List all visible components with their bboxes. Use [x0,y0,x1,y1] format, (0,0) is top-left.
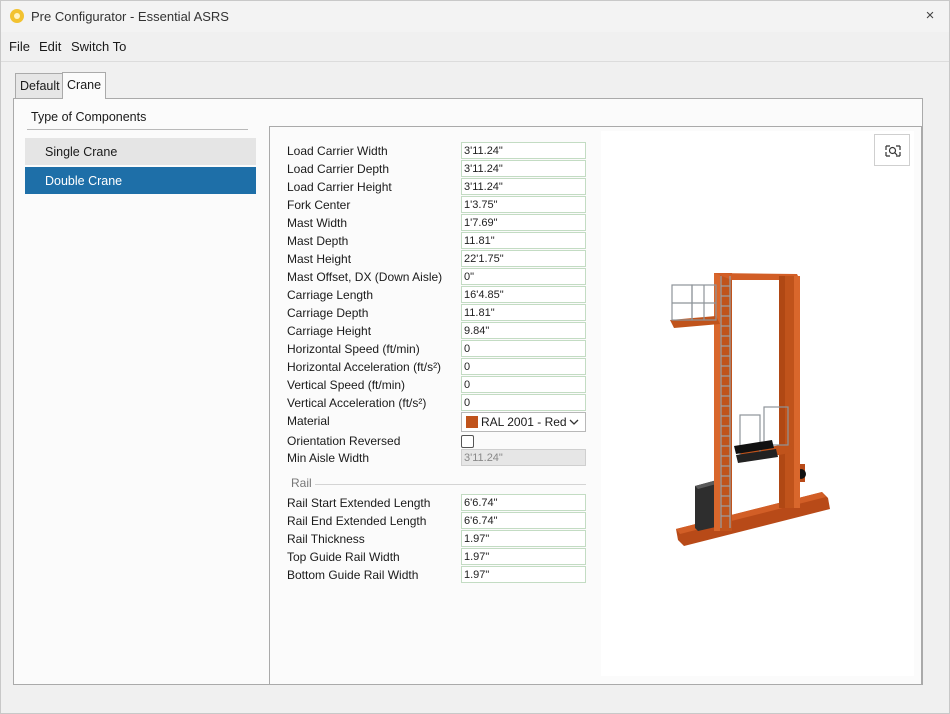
tab-default[interactable]: Default [15,73,63,98]
rail-group-title: Rail [291,476,312,490]
app-logo-icon [10,9,24,23]
vertical-speed-field[interactable] [461,376,586,393]
mast-height-field[interactable] [461,250,586,267]
crane-model [670,273,830,546]
orientation-reversed-checkbox[interactable] [461,435,474,448]
mast-depth-field[interactable] [461,232,586,249]
label-material: Material [287,414,330,428]
label-top-guide-rail-width: Top Guide Rail Width [287,550,400,564]
components-title: Type of Components [31,110,147,124]
rail-end-extended-field[interactable] [461,512,586,529]
carriage-length-field[interactable] [461,286,586,303]
top-guide-rail-width-field[interactable] [461,548,586,565]
min-aisle-width-field [461,449,586,466]
menu-edit[interactable]: Edit [39,39,61,54]
menu-switch-to[interactable]: Switch To [71,39,126,54]
mast-offset-field[interactable] [461,268,586,285]
component-single-crane[interactable]: Single Crane [25,138,256,165]
fork-center-field[interactable] [461,196,586,213]
mast-width-field[interactable] [461,214,586,231]
label-load-carrier-depth: Load Carrier Depth [287,162,390,176]
title-bar[interactable]: Pre Configurator - Essential ASRS × [1,1,949,32]
label-mast-offset: Mast Offset, DX (Down Aisle) [287,270,443,284]
component-double-crane[interactable]: Double Crane [25,167,256,194]
components-divider [27,129,248,130]
tab-crane[interactable]: Crane [62,72,106,99]
label-mast-height: Mast Height [287,252,352,266]
label-fork-center: Fork Center [287,198,351,212]
close-icon[interactable]: × [919,5,941,27]
label-mast-width: Mast Width [287,216,348,230]
carriage-depth-field[interactable] [461,304,586,321]
label-vertical-speed: Vertical Speed (ft/min) [287,378,406,392]
load-carrier-depth-field[interactable] [461,160,586,177]
vertical-acceleration-field[interactable] [461,394,586,411]
label-load-carrier-height: Load Carrier Height [287,180,392,194]
label-carriage-length: Carriage Length [287,288,374,302]
material-dropdown[interactable]: RAL 2001 - Red [461,412,586,432]
label-rail-start-extended: Rail Start Extended Length [287,496,431,510]
label-carriage-depth: Carriage Depth [287,306,369,320]
label-carriage-height: Carriage Height [287,324,372,338]
menu-bar: File Edit Switch To [1,32,949,62]
material-value: RAL 2001 - Red [481,415,567,429]
load-carrier-width-field[interactable] [461,142,586,159]
rail-thickness-field[interactable] [461,530,586,547]
label-load-carrier-width: Load Carrier Width [287,144,388,158]
label-mast-depth: Mast Depth [287,234,349,248]
label-min-aisle-width: Min Aisle Width [287,451,370,465]
rail-divider [315,484,586,485]
label-bottom-guide-rail-width: Bottom Guide Rail Width [287,568,419,582]
load-carrier-height-field[interactable] [461,178,586,195]
label-orientation-reversed: Orientation Reversed [287,434,401,448]
window-title: Pre Configurator - Essential ASRS [31,9,229,24]
label-rail-thickness: Rail Thickness [287,532,365,546]
label-horizontal-speed: Horizontal Speed (ft/min) [287,342,420,356]
label-vertical-acceleration: Vertical Acceleration (ft/s²) [287,396,427,410]
rail-start-extended-field[interactable] [461,494,586,511]
material-swatch [466,416,478,428]
carriage-height-field[interactable] [461,322,586,339]
horizontal-acceleration-field[interactable] [461,358,586,375]
label-rail-end-extended: Rail End Extended Length [287,514,427,528]
label-horizontal-acceleration: Horizontal Acceleration (ft/s²) [287,360,442,374]
horizontal-speed-field[interactable] [461,340,586,357]
bottom-guide-rail-width-field[interactable] [461,566,586,583]
menu-file[interactable]: File [9,39,30,54]
chevron-down-icon [569,415,579,432]
